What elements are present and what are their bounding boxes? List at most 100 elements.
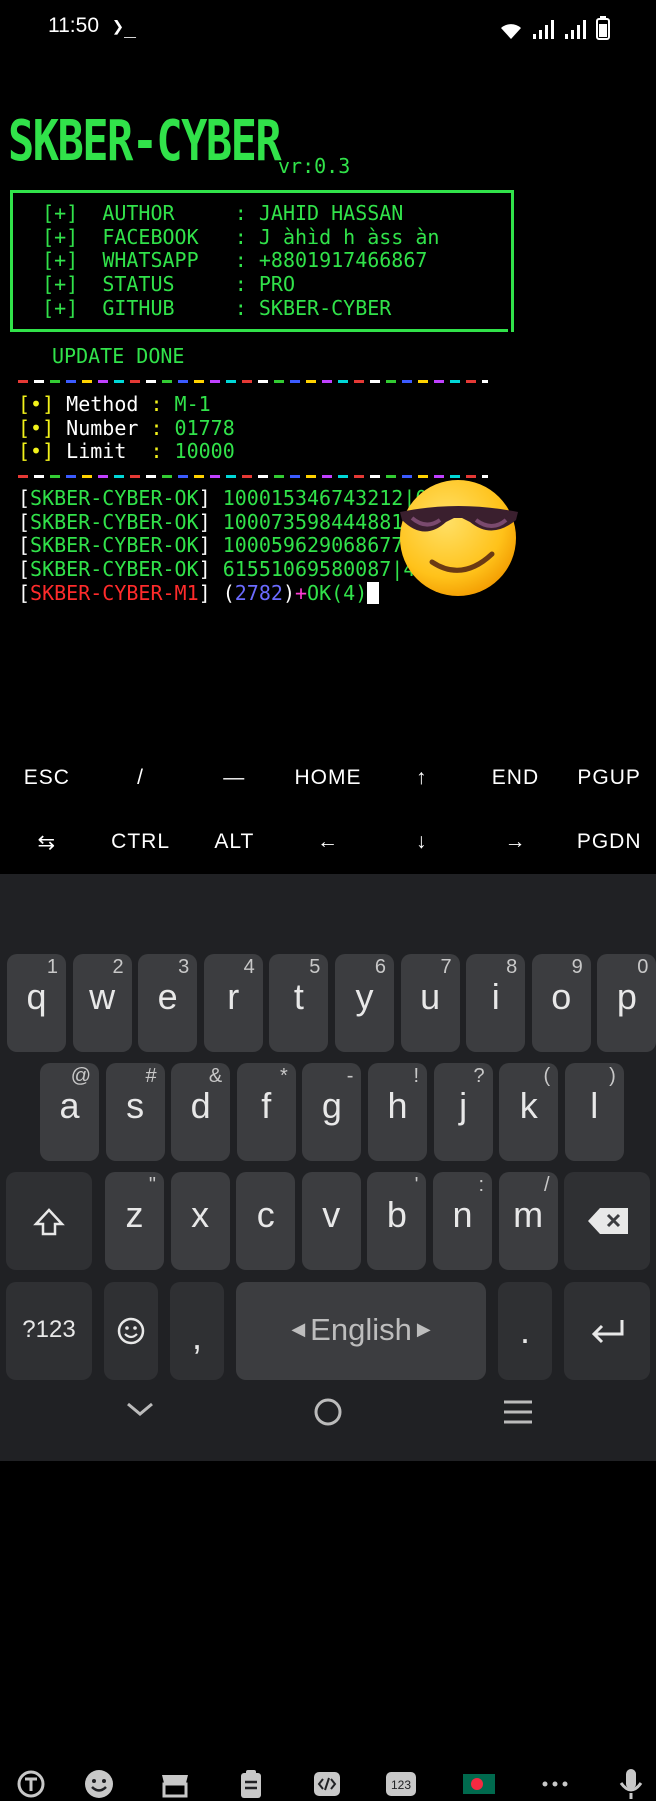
more-icon[interactable] [538,1767,572,1801]
key-u[interactable]: 7u [400,954,460,1052]
shift-key[interactable] [6,1172,92,1270]
param-row: [•] Number : 01778 [18,415,235,440]
param-row: [•] Limit : 10000 [18,439,235,464]
key-label: x [191,1194,210,1235]
key-q[interactable]: 1q [7,954,66,1052]
microphone-icon[interactable] [614,1767,648,1801]
key-v[interactable]: v [301,1172,361,1270]
recent-apps-icon[interactable] [502,1398,534,1426]
key-label: k [519,1085,538,1126]
key-w[interactable]: 2w [72,954,132,1052]
key-label: q [26,976,47,1017]
slash-key[interactable]: / [94,766,188,790]
key-label: i [491,976,500,1017]
key-d[interactable]: & d [171,1063,231,1161]
key-label: p [616,976,637,1017]
key-label: o [551,976,572,1017]
signal-icon [565,20,586,39]
key-t[interactable]: 5t [269,954,329,1052]
pgdn-key[interactable]: PGDN [562,830,656,855]
key-o[interactable]: 9o [531,954,591,1052]
key-z[interactable]: " z [105,1172,164,1270]
key-p[interactable]: 0p [597,954,656,1052]
key-label: j [459,1085,468,1126]
key-label: l [590,1085,599,1126]
arrow-left-key[interactable]: ← [281,830,375,855]
divider [18,380,488,383]
store-icon[interactable] [158,1767,192,1801]
key-label: . [519,1310,530,1351]
key-h[interactable]: ! h [368,1063,427,1161]
key-x[interactable]: x [170,1172,230,1270]
arrow-up-key[interactable]: ↑ [375,766,469,790]
key-label: u [420,976,441,1017]
status-icons [500,16,610,40]
extra-keys-row-2: ⇆ CTRL ALT ← ↓ → PGDN [0,830,656,855]
key-i[interactable]: 8i [466,954,526,1052]
progress-row: [SKBER-CYBER-M1] (2782)+OK(4) [18,581,427,606]
backspace-key[interactable] [564,1172,650,1270]
numpad-icon[interactable]: 123 [384,1767,418,1801]
key-label: b [386,1194,407,1235]
key-label: v [322,1194,341,1235]
spacebar-key[interactable]: ◀ English ▶ [236,1282,486,1380]
arrow-right-key[interactable]: → [469,830,563,855]
dash-key[interactable]: ― [187,766,281,790]
clock: 11:50 [48,14,99,37]
result-row: [SKBER-CYBER-OK] 100059629068677 [18,533,404,558]
symbols-key[interactable]: ?123 [6,1282,92,1380]
home-button-icon[interactable] [312,1396,344,1428]
pgup-key[interactable]: PGUP [562,766,656,790]
key-c[interactable]: c [236,1172,296,1270]
translate-icon[interactable] [14,1767,48,1801]
key-r[interactable]: 4r [203,954,263,1052]
key-label: w [89,976,116,1017]
key-l[interactable]: ) l [564,1063,624,1161]
key-label: m [513,1194,544,1235]
key-label: h [387,1085,408,1126]
key-label: f [261,1085,272,1126]
bangladesh-flag-icon[interactable] [462,1767,496,1801]
key-y[interactable]: 6y [335,954,394,1052]
key-s[interactable]: # s [105,1063,165,1161]
info-row: [+] GITHUB : SKBER-CYBER [42,295,392,320]
alt-key[interactable]: ALT [187,830,281,855]
banner-logo: SKBER-CYBER [8,109,282,174]
enter-icon [591,1320,624,1344]
key-b[interactable]: ' b [367,1172,427,1270]
ctrl-key[interactable]: CTRL [94,830,188,855]
home-key[interactable]: HOME [281,766,375,790]
key-j[interactable]: ? j [433,1063,493,1161]
key-m[interactable]: / m [498,1172,558,1270]
key-g[interactable]: -g [302,1063,362,1161]
keyboard-toolbar: 123 [0,874,656,1799]
key-label: a [59,1085,80,1126]
svg-text:123: 123 [391,1778,411,1792]
end-key[interactable]: END [469,766,563,790]
emoji-icon[interactable] [82,1767,116,1801]
arrow-down-key[interactable]: ↓ [375,830,469,855]
key-label: c [256,1194,275,1235]
info-row: [+] STATUS : PRO [42,272,295,297]
key-k[interactable]: (k [499,1063,559,1161]
gif-icon[interactable] [310,1767,344,1801]
clipboard-icon[interactable] [234,1767,268,1801]
key-n[interactable]: :n [433,1172,492,1270]
terminal-cursor [367,581,380,604]
emoji-key[interactable] [104,1282,158,1380]
navigation-bar [0,1386,656,1461]
key-label: z [125,1194,144,1235]
info-row: [+] FACEBOOK : J àhìd h àss àn [42,224,440,249]
extra-keys-row-1: ESC / ― HOME ↑ END PGUP [0,766,656,790]
key-f[interactable]: * f [236,1063,296,1161]
key-a[interactable]: @ a [40,1063,99,1161]
shift-icon [33,1208,65,1236]
tab-key[interactable]: ⇆ [0,830,94,855]
enter-key[interactable] [564,1282,650,1380]
period-key[interactable]: . [498,1282,552,1380]
hide-keyboard-icon[interactable] [124,1398,156,1420]
comma-key[interactable]: , [170,1282,224,1380]
backspace-icon [588,1208,628,1234]
key-e[interactable]: 3e [138,954,198,1052]
esc-key[interactable]: ESC [0,766,94,790]
